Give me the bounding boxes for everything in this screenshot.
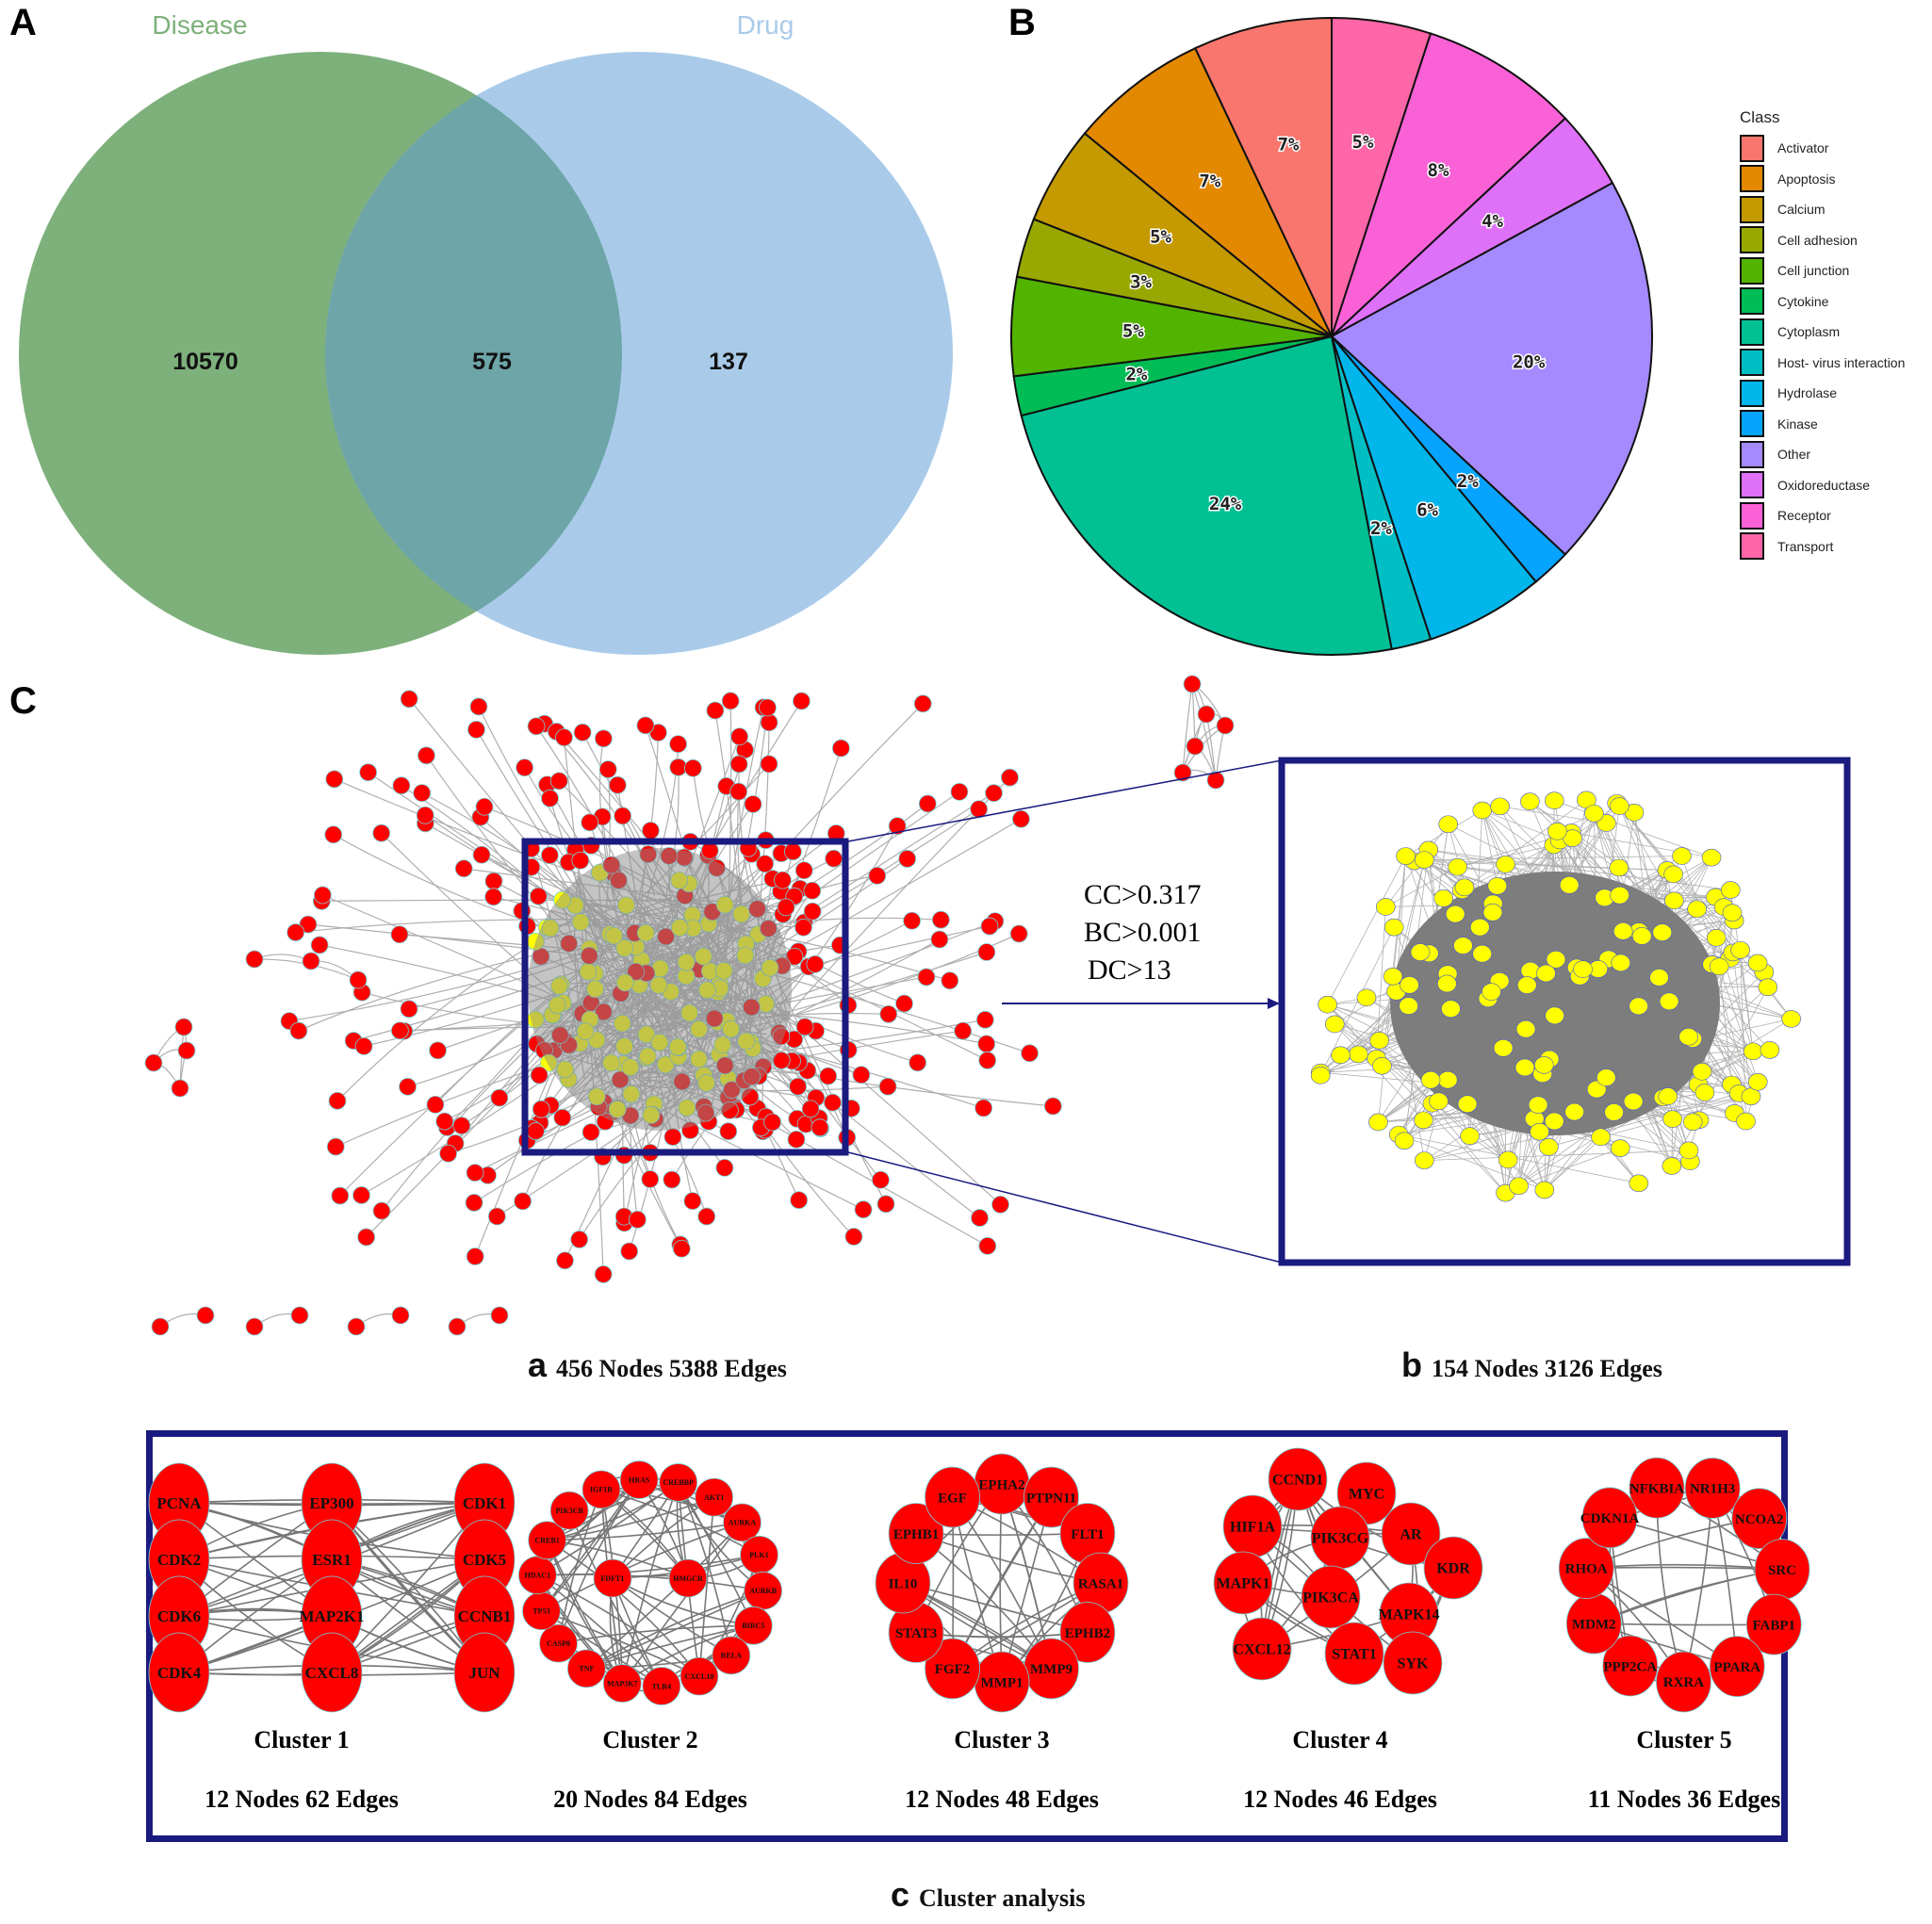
cluster-node-label: IL10 <box>889 1576 918 1591</box>
cluster-node-label: STAT1 <box>1332 1647 1376 1663</box>
cluster-node-label: FABP1 <box>1752 1618 1795 1633</box>
cluster-node-label: CDK2 <box>157 1551 201 1569</box>
cluster-node-label: HMGCR <box>673 1574 703 1583</box>
cluster-node-label: MDM2 <box>1572 1617 1616 1632</box>
cluster-analysis-label: Cluster analysis <box>919 1884 1086 1912</box>
cluster-analysis-tag: c <box>891 1875 910 1914</box>
cluster-node-label: CXCL12 <box>1233 1642 1290 1658</box>
cluster-node-label: AURKB <box>749 1587 778 1595</box>
cluster-title: Cluster 3 <box>954 1726 1050 1753</box>
cluster-node-label: NCOA2 <box>1735 1512 1784 1527</box>
cluster-node-label: HIF1A <box>1230 1520 1275 1536</box>
cluster-node-label: PTPN11 <box>1026 1491 1076 1506</box>
cluster-node-label: RHOA <box>1565 1562 1608 1577</box>
cluster-node-label: CDKN1A <box>1580 1511 1640 1526</box>
cluster-nodes: EPHA2PTPN11 FLT1 RASA1 EPHB2 MMP9 MMP1 FGF2 STA… <box>875 1453 1129 1713</box>
cluster-node-label: CREB1 <box>535 1536 560 1544</box>
cluster-1: PCNA EP300 CDK1 CDK2 ESR1 CDK5 CDK6 MAP2K1 CCNB1… <box>148 1462 516 1713</box>
cluster-3: EPHA2PTPN11 FLT1 RASA1 EPHB2 MMP9 MMP1 FGF2 STA… <box>875 1453 1129 1713</box>
cluster-5: NFKBIA NR1H3NCOA2 SRC FABP1 PPARA RXRA PPP2CA M… <box>1558 1457 1810 1713</box>
cluster-node-label: NR1H3 <box>1690 1482 1735 1497</box>
cluster-title: Cluster 4 <box>1292 1726 1388 1753</box>
cluster-analysis-caption: c Cluster analysis <box>891 1875 1086 1915</box>
cluster-node-label: EPHA2 <box>978 1477 1024 1492</box>
cluster-networks: PCNA EP300 CDK1 CDK2 ESR1 CDK5 CDK6 MAP2K1 CCNB1… <box>148 1447 1810 1713</box>
cluster-node-label: JUN <box>468 1664 500 1682</box>
cluster-title: Cluster 5 <box>1636 1726 1732 1753</box>
cluster-node-label: STAT3 <box>895 1626 937 1641</box>
cluster-node-label: AURKA <box>729 1519 757 1527</box>
cluster-node-label: MAP2K1 <box>300 1607 365 1625</box>
cluster-node-label: AR <box>1400 1527 1422 1543</box>
cluster-node-label: MAP3K7 <box>607 1679 637 1688</box>
cluster-nodes: PCNA EP300 CDK1 CDK2 ESR1 CDK5 CDK6 MAP2K1 CCNB1… <box>148 1462 516 1713</box>
cluster-node-label: MAPK14 <box>1379 1607 1440 1623</box>
cluster-node-label: FLT1 <box>1071 1527 1104 1542</box>
cluster-nodes: NFKBIA NR1H3NCOA2 SRC FABP1 PPARA RXRA PPP2CA M… <box>1558 1457 1810 1713</box>
cluster-node-label: CCNB1 <box>458 1607 512 1625</box>
cluster-2: CREBBP AKT1 AURKA PLK1 AURKB BIRC5 RELA CXCL10 T… <box>517 1460 783 1705</box>
cluster-node-label: CXCL10 <box>685 1672 714 1681</box>
cluster-node-label: HDAC1 <box>525 1572 551 1580</box>
cluster-node-label: CASP8 <box>547 1639 570 1648</box>
cluster-node-label: PPP2CA <box>1603 1659 1657 1674</box>
cluster-stats: 12 Nodes 46 Edges <box>1243 1785 1437 1813</box>
cluster-node-label: NFKBIA <box>1629 1481 1685 1496</box>
cluster-node-label: IGF1R <box>590 1486 613 1494</box>
cluster-node-label: TP53 <box>532 1607 549 1616</box>
cluster-node-label: KDR <box>1436 1561 1470 1577</box>
cluster-node-label: MYC <box>1349 1487 1384 1503</box>
cluster-node-label: SYK <box>1398 1656 1429 1672</box>
cluster-node-label: RELA <box>721 1652 742 1660</box>
cluster-stats: 12 Nodes 48 Edges <box>905 1785 1099 1813</box>
cluster-node-label: HRAS <box>629 1476 650 1484</box>
cluster-node-label: MMP1 <box>981 1675 1023 1690</box>
cluster-node-label: CDK6 <box>157 1607 201 1625</box>
cluster-node-label: PLK1 <box>749 1551 768 1559</box>
cluster-node-label: AKT1 <box>704 1493 724 1502</box>
cluster-node-label: CDK4 <box>157 1664 202 1682</box>
cluster-node-label: RASA1 <box>1078 1576 1123 1591</box>
cluster-stats: 20 Nodes 84 Edges <box>553 1785 747 1813</box>
cluster-title: Cluster 1 <box>254 1726 350 1753</box>
cluster-node-label: FDFT1 <box>601 1574 625 1583</box>
cluster-node-label: RXRA <box>1663 1675 1704 1690</box>
cluster-node-label: TNF <box>579 1665 594 1673</box>
cluster-node-label: PIK3CG <box>1312 1531 1369 1547</box>
cluster-node-label: EPHB1 <box>893 1527 939 1542</box>
cluster-node-label: CXCL8 <box>305 1664 359 1682</box>
cluster-node-label: EGF <box>938 1491 967 1506</box>
cluster-node-label: CDK1 <box>463 1494 506 1512</box>
cluster-node-label: EP300 <box>309 1494 353 1512</box>
cluster-node-label: BIRC5 <box>742 1622 764 1630</box>
cluster-4: CCND1 MYC HIF1A PIK3CG AR KDR MAPK1 PIK3CA MAPK1… <box>1213 1447 1483 1695</box>
cluster-node-label: CREBBP <box>663 1478 694 1487</box>
cluster-title: Cluster 2 <box>602 1726 698 1753</box>
cluster-node-label: CCND1 <box>1272 1473 1323 1489</box>
cluster-node-label: PIK3CA <box>1302 1590 1359 1606</box>
cluster-stats: 11 Nodes 36 Edges <box>1587 1785 1781 1813</box>
cluster-stats: 12 Nodes 62 Edges <box>205 1785 399 1813</box>
cluster-node-label: ESR1 <box>312 1551 352 1569</box>
cluster-node-label: PCNA <box>156 1494 202 1512</box>
cluster-node-label: CDK5 <box>463 1551 506 1569</box>
cluster-nodes: CCND1 MYC HIF1A PIK3CG AR KDR MAPK1 PIK3CA MAPK1… <box>1213 1447 1483 1695</box>
cluster-node-label: EPHB2 <box>1065 1626 1110 1641</box>
cluster-node-label: PPARA <box>1713 1660 1760 1675</box>
cluster-node-label: SRC <box>1768 1563 1796 1578</box>
cluster-node-label: MAPK1 <box>1217 1576 1270 1592</box>
cluster-node-label: PIK3CB <box>555 1507 583 1515</box>
cluster-node-label: FGF2 <box>935 1662 971 1677</box>
cluster-node-label: TLR4 <box>652 1682 671 1690</box>
cluster-node-label: MMP9 <box>1030 1662 1072 1677</box>
